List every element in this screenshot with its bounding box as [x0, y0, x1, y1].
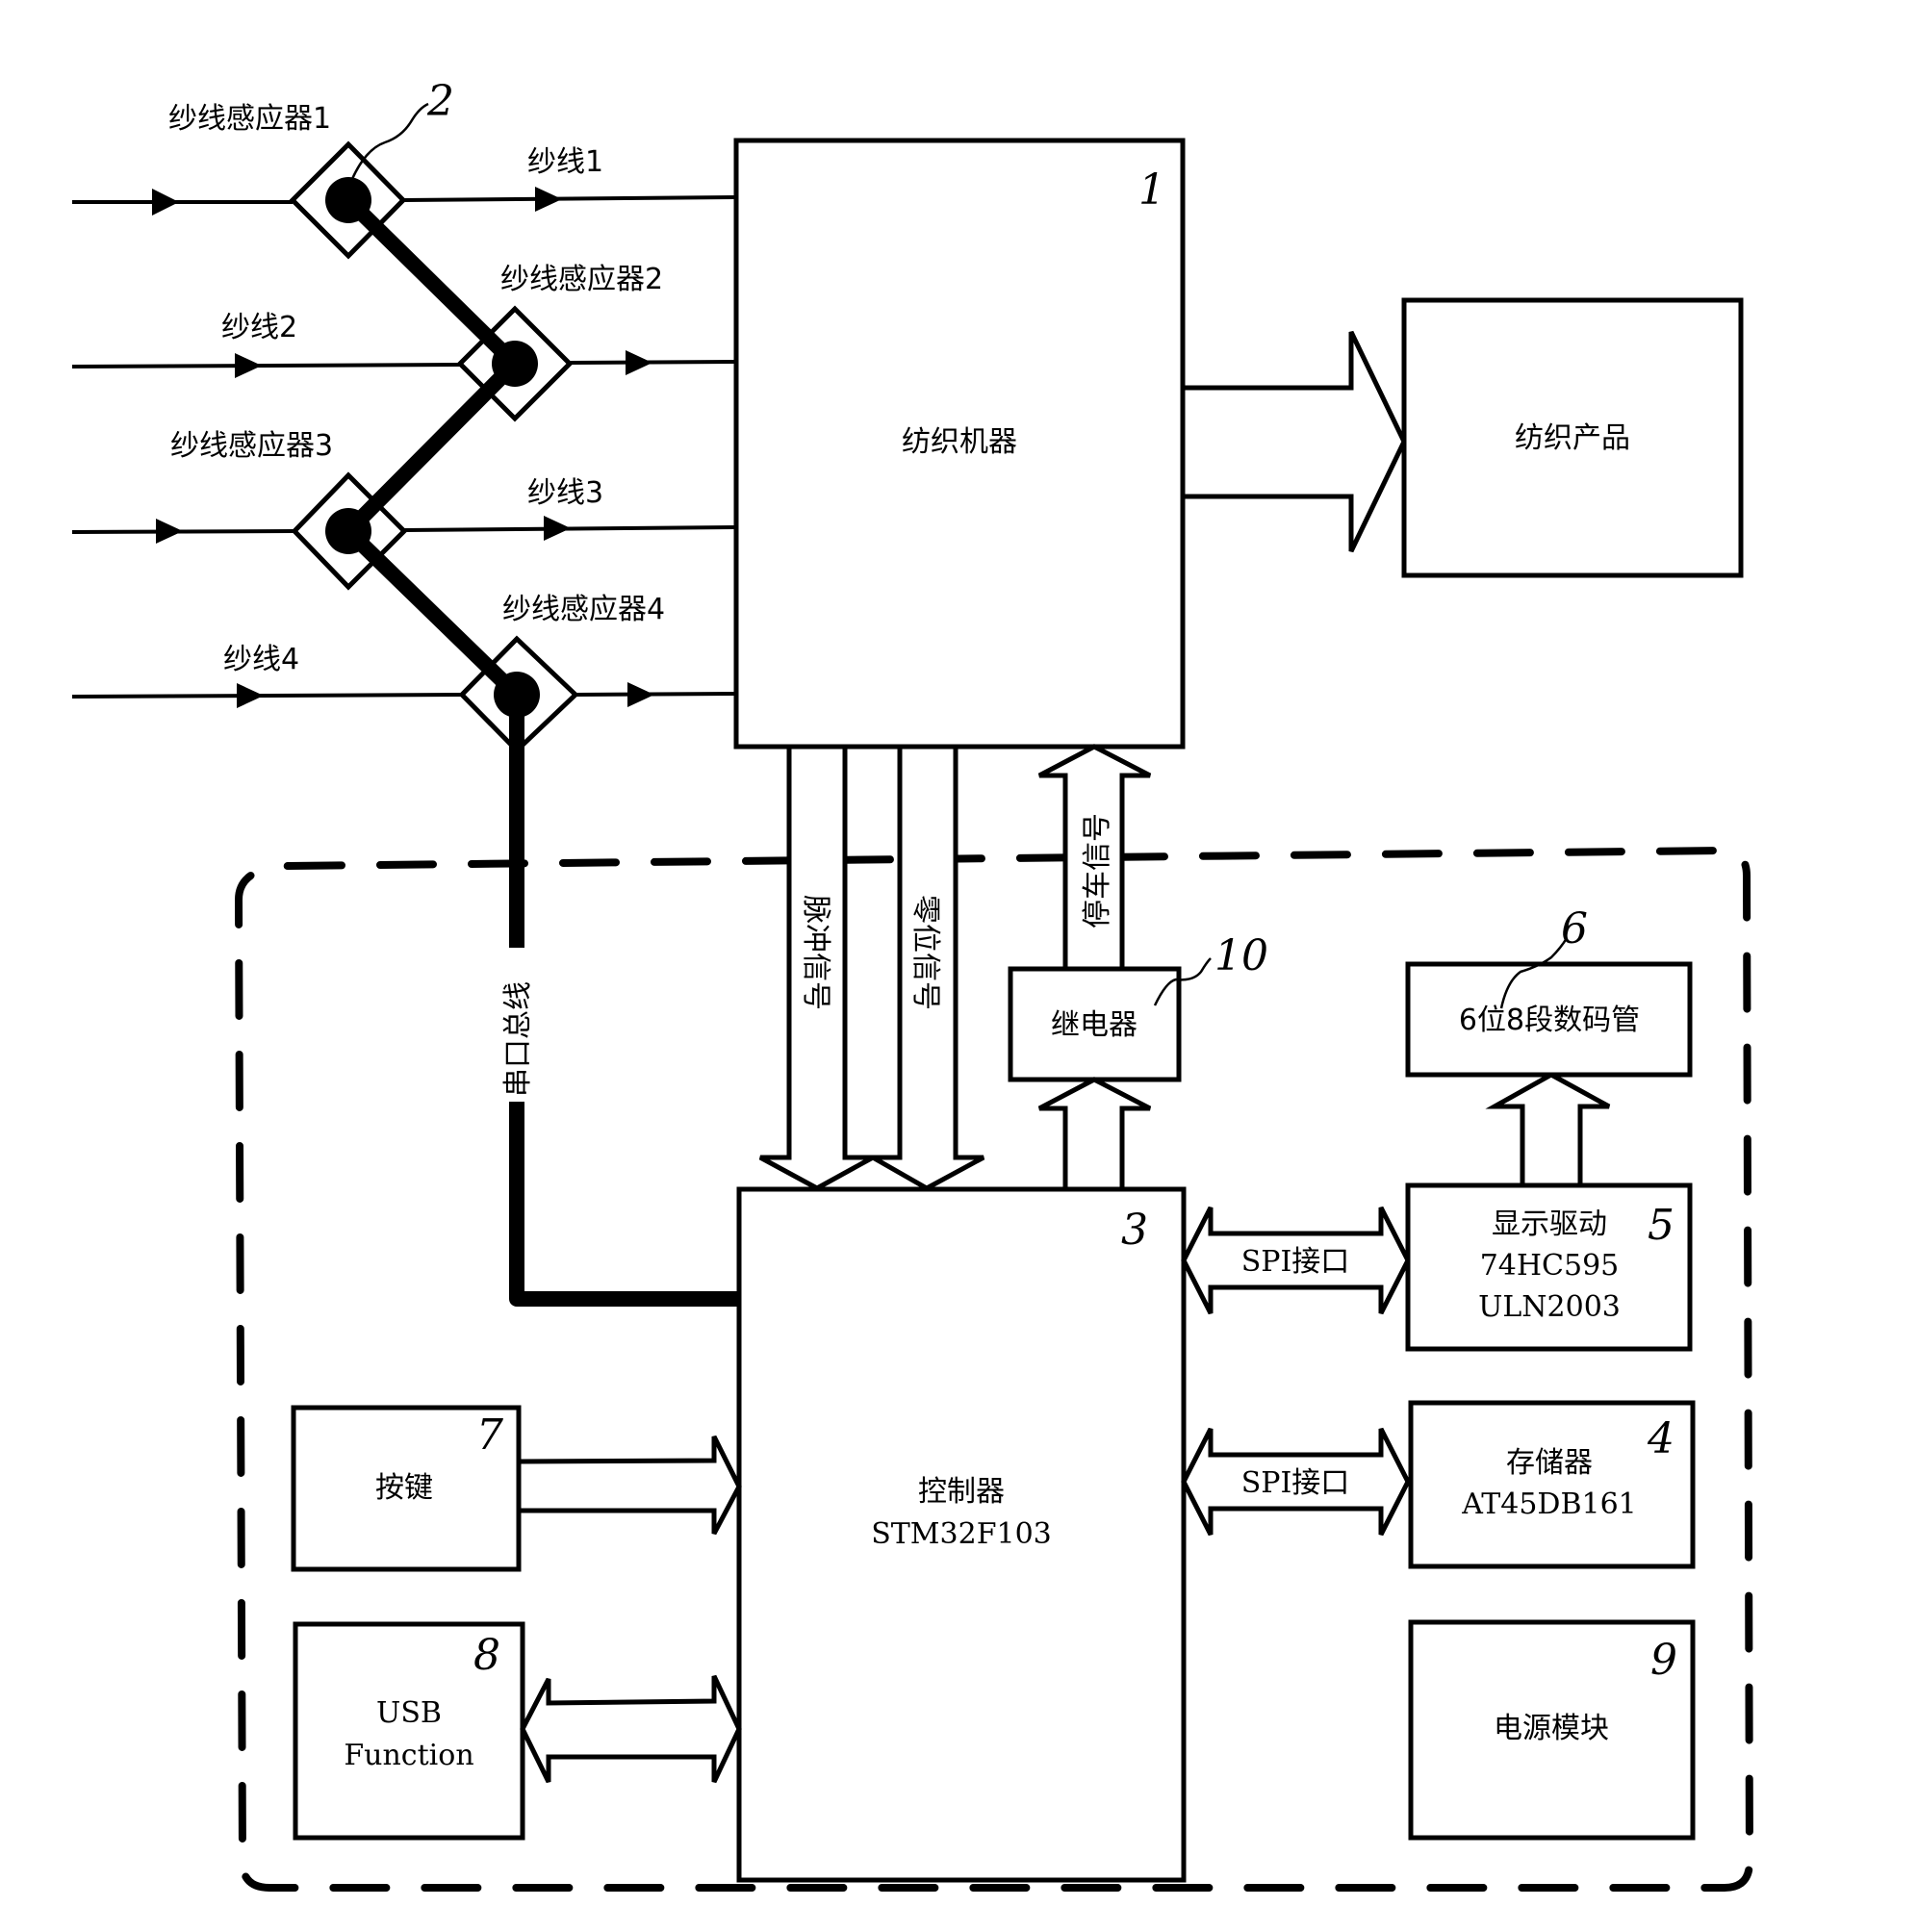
system-block-diagram: 纱线感应器1 纱线感应器2 纱线感应器3 纱线感应器4 纱线1 纱线2 纱线3 … [71, 77, 1754, 1892]
display-driver-model-2: ULN2003 [1478, 1290, 1621, 1324]
display-label: 6位8段数码管 [1459, 1004, 1640, 1037]
spi-memory-label: SPI接口 [1241, 1466, 1350, 1500]
keys-input-arrow [516, 1435, 742, 1536]
display-driver-label: 显示驱动 [1492, 1208, 1607, 1241]
yarn-3-label: 纱线3 [527, 476, 603, 510]
usb-label: USB [376, 1696, 442, 1730]
ref-number-4: 4 [1647, 1414, 1674, 1463]
ref-number-10: 10 [1214, 931, 1268, 980]
ref-number-3: 3 [1121, 1206, 1148, 1255]
power-module-label: 电源模块 [1494, 1712, 1609, 1745]
controller-label: 控制器 [918, 1475, 1005, 1509]
relay-label: 继电器 [1051, 1008, 1137, 1042]
ref-number-8: 8 [473, 1631, 500, 1680]
display-driver-model-1: 74HC595 [1480, 1249, 1620, 1283]
display-drive-arrow [1485, 1072, 1611, 1188]
pulse-signal-label: 脉冲信号 [799, 895, 832, 1010]
sensor-4-label: 纱线感应器4 [502, 593, 665, 626]
yarn-1-label: 纱线1 [527, 145, 603, 179]
ref-number-6: 6 [1561, 904, 1588, 953]
stop-signal-label: 停车信号 [1081, 813, 1114, 928]
yarn-2-label: 纱线2 [221, 311, 297, 344]
textile-machine-label: 纺织机器 [902, 425, 1017, 459]
keys-label: 按键 [375, 1471, 433, 1505]
sensor-1-label: 纱线感应器1 [168, 102, 331, 136]
zero-signal-label: 零位信号 [908, 895, 942, 1010]
ref-number-5: 5 [1648, 1201, 1674, 1250]
usb-bidirectional-arrow [520, 1674, 742, 1784]
sensor-2-label: 纱线感应器2 [500, 263, 663, 296]
yarn-4-label: 纱线4 [223, 643, 299, 676]
spi-display-label: SPI接口 [1241, 1245, 1350, 1279]
ref-number-2: 2 [426, 77, 454, 126]
relay-drive-arrow [1037, 1077, 1152, 1192]
memory-model: AT45DB161 [1461, 1487, 1637, 1521]
memory-label: 存储器 [1506, 1446, 1593, 1480]
serial-bus-label: 串口总线 [501, 981, 535, 1097]
output-arrow [1180, 330, 1407, 553]
ref-number-7: 7 [476, 1411, 503, 1460]
sensor-3-label: 纱线感应器3 [170, 429, 333, 463]
usb-function-label: Function [344, 1739, 473, 1772]
ref-number-1: 1 [1138, 165, 1165, 215]
ref-number-9: 9 [1650, 1636, 1677, 1685]
controller-model: STM32F103 [871, 1517, 1052, 1551]
textile-product-label: 纺织产品 [1515, 421, 1630, 455]
